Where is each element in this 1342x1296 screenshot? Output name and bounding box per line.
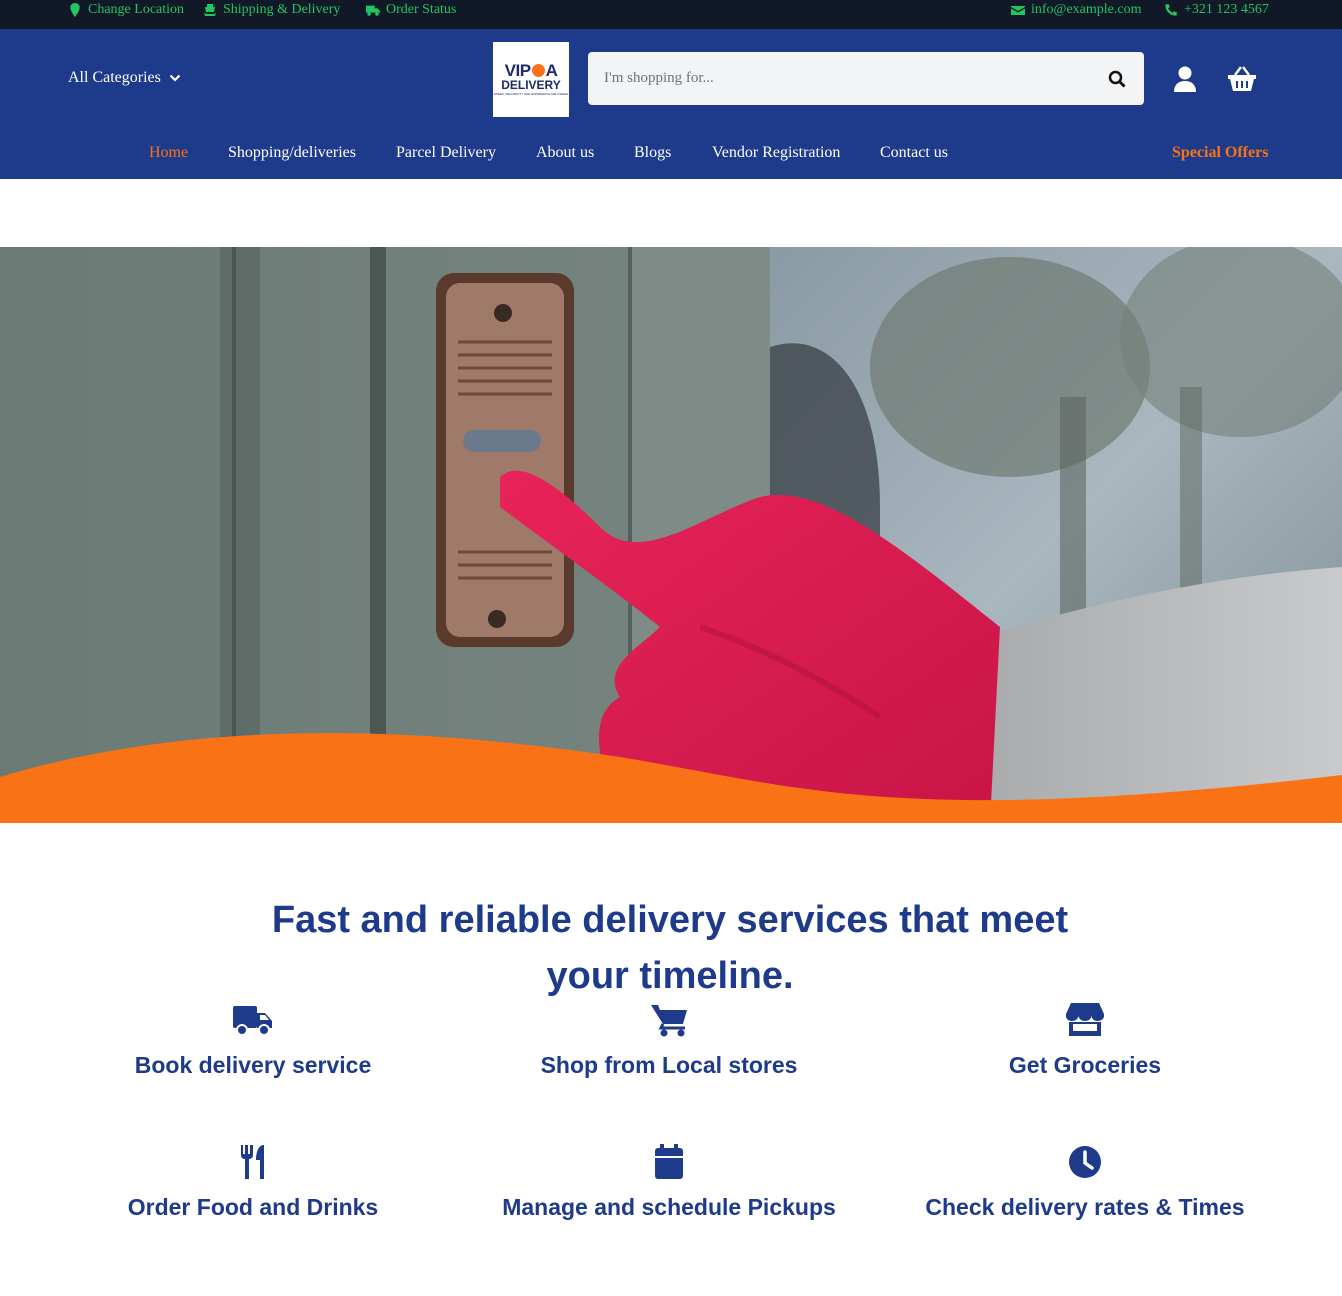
map-marker-icon	[70, 2, 80, 17]
order-status-label: Order Status	[386, 1, 457, 17]
service-schedule-pickups[interactable]: Manage and schedule Pickups	[459, 1144, 879, 1221]
utensils-icon	[241, 1145, 264, 1179]
page-headline: Fast and reliable delivery services that…	[230, 892, 1110, 1004]
envelope-icon	[1011, 5, 1025, 15]
shipping-delivery-label: Shipping & Delivery	[223, 1, 341, 17]
order-status-link[interactable]: Order Status	[366, 0, 456, 19]
calendar-icon	[655, 1144, 683, 1179]
nav-blogs[interactable]: Blogs	[634, 144, 671, 162]
all-categories-label: All Categories	[68, 69, 161, 86]
service-label: Get Groceries	[1008, 1052, 1162, 1078]
nav-shopping-deliveries[interactable]: Shopping/deliveries	[228, 144, 356, 162]
service-shop-local[interactable]: Shop from Local stores	[459, 1002, 879, 1079]
phone-label: +321 123 4567	[1184, 1, 1269, 17]
nav-vendor-registration[interactable]: Vendor Registration	[712, 144, 840, 162]
service-label: Check delivery rates & Times	[925, 1194, 1245, 1220]
service-delivery-rates[interactable]: Check delivery rates & Times	[875, 1144, 1295, 1221]
search-input[interactable]	[588, 52, 1088, 105]
phone-link[interactable]: +321 123 4567	[1164, 0, 1269, 19]
ship-icon	[204, 3, 216, 16]
logo-delivery-text: DELIVERY	[501, 78, 561, 92]
chevron-down-icon	[169, 74, 181, 82]
hero-banner	[0, 247, 1342, 823]
nav-home[interactable]: Home	[149, 144, 188, 162]
cart-icon	[651, 1005, 687, 1037]
email-link[interactable]: info@example.com	[1011, 0, 1141, 19]
change-location-label: Change Location	[88, 1, 185, 17]
basket-icon[interactable]	[1227, 65, 1257, 93]
nav-special-offers[interactable]: Special Offers	[1172, 144, 1268, 162]
headline-line-2: your timeline.	[546, 955, 794, 997]
service-label: Order Food and Drinks	[127, 1194, 379, 1220]
service-food-drinks[interactable]: Order Food and Drinks	[43, 1144, 463, 1221]
truck-icon	[366, 5, 380, 16]
logo-wordmark: VIP A	[504, 61, 558, 80]
truck-icon	[233, 1006, 272, 1036]
site-logo[interactable]: VIP A DELIVERY SPEED, RELIABILITY AND EXP…	[493, 42, 569, 117]
phone-icon	[1165, 3, 1177, 16]
shipping-delivery-link[interactable]: Shipping & Delivery	[203, 0, 340, 19]
headline-line-1: Fast and reliable delivery services that…	[271, 899, 1069, 941]
service-label: Manage and schedule Pickups	[502, 1194, 836, 1220]
service-label: Book delivery service	[134, 1052, 372, 1078]
service-book-delivery[interactable]: Book delivery service	[43, 1002, 463, 1079]
clock-icon	[1069, 1146, 1101, 1178]
service-groceries[interactable]: Get Groceries	[875, 1002, 1295, 1079]
search-bar	[588, 52, 1144, 105]
change-location-link[interactable]: Change Location	[68, 0, 184, 19]
search-icon[interactable]	[1108, 70, 1126, 88]
logo-tagline: SPEED, RELIABILITY AND EXPERIENCE DELIVE…	[493, 92, 569, 96]
email-label: info@example.com	[1031, 1, 1142, 17]
main-header: All Categories VIP A DELIVERY SPEED, RELI…	[0, 29, 1342, 179]
user-account-icon[interactable]	[1171, 65, 1199, 93]
top-bar: Change Location Shipping & Delivery Orde…	[0, 0, 1342, 29]
service-label: Shop from Local stores	[540, 1052, 798, 1078]
main-nav: Home Shopping/deliveries Parcel Delivery…	[0, 144, 1342, 164]
nav-parcel-delivery[interactable]: Parcel Delivery	[396, 144, 496, 162]
store-icon	[1066, 1003, 1104, 1036]
all-categories-dropdown[interactable]: All Categories	[68, 69, 181, 87]
hero-image	[0, 247, 1342, 823]
nav-about-us[interactable]: About us	[536, 144, 594, 162]
nav-contact-us[interactable]: Contact us	[880, 144, 948, 162]
